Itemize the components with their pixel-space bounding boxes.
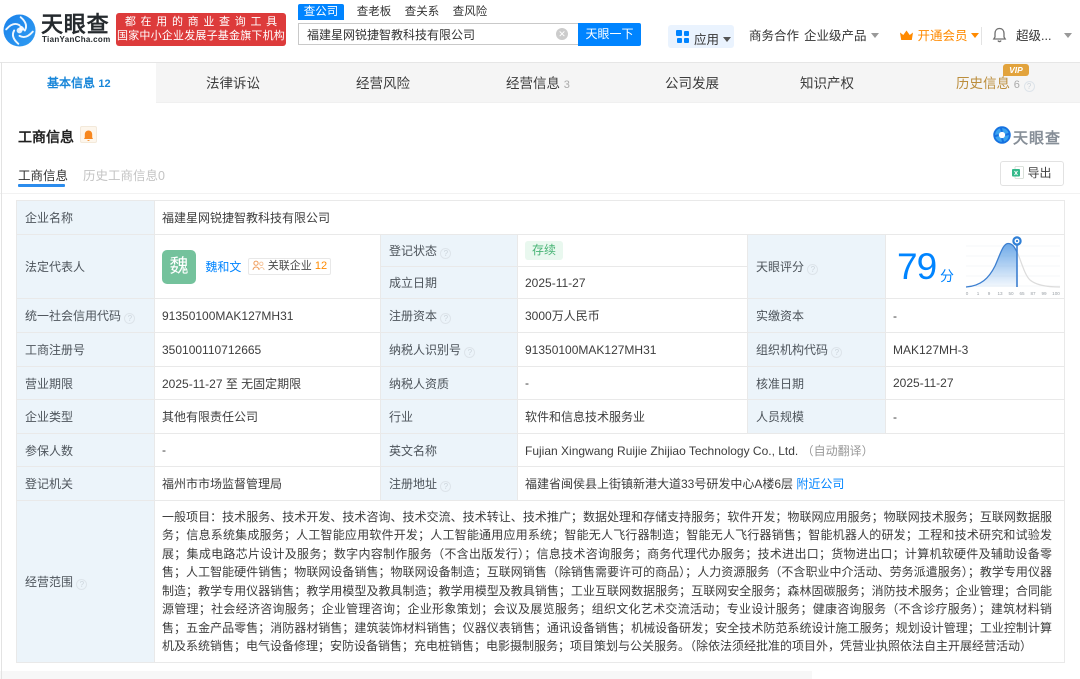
- svg-text:13: 13: [997, 291, 1003, 296]
- svg-text:99: 99: [1041, 291, 1047, 296]
- svg-text:9: 9: [988, 291, 991, 296]
- svg-text:100: 100: [1052, 291, 1060, 296]
- svg-text:0: 0: [966, 291, 969, 296]
- svg-text:50: 50: [1008, 291, 1014, 296]
- svg-text:65: 65: [1019, 291, 1025, 296]
- svg-text:87: 87: [1030, 291, 1036, 296]
- svg-text:1: 1: [977, 291, 980, 296]
